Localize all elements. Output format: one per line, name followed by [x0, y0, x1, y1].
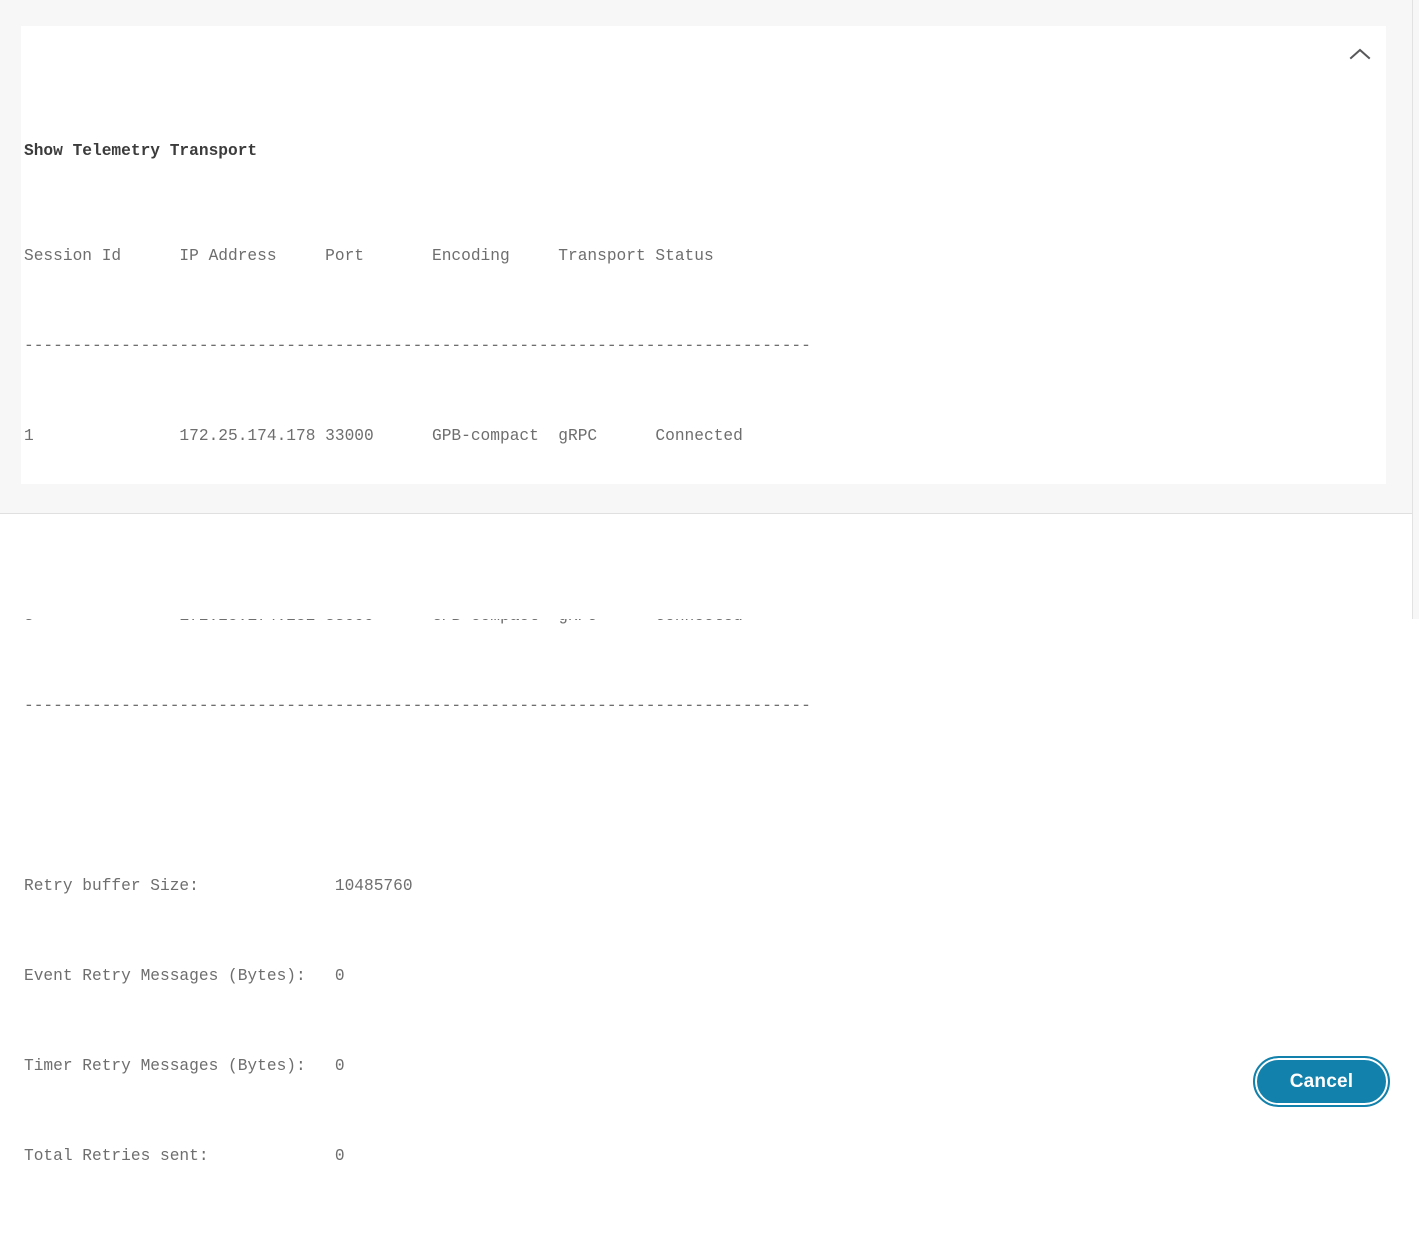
table-row: 1 172.25.174.178 33000 GPB-compact gRPC …: [24, 427, 743, 445]
spacer-line: [24, 781, 1386, 811]
stat-event-retry-messages: Event Retry Messages (Bytes): 0: [24, 967, 345, 985]
chevron-up-glyph: [1349, 48, 1371, 60]
table-header-row: Session Id IP Address Port Encoding Tran…: [24, 247, 714, 265]
stat-retry-buffer-size: Retry buffer Size: 10485760: [24, 877, 413, 895]
page-title: Show Telemetry Transport: [24, 142, 258, 160]
stat-timer-retry-messages: Timer Retry Messages (Bytes): 0: [24, 1057, 345, 1075]
console-output: Show Telemetry Transport Session Id IP A…: [24, 76, 1386, 1238]
dialog-footer: Cancel: [0, 514, 1413, 1107]
dialog-body: Show Telemetry Transport Session Id IP A…: [0, 0, 1413, 1238]
table-separator-bottom: ----------------------------------------…: [24, 697, 811, 715]
stat-total-retries-dropped: Total Retries Dropped: 0: [24, 1231, 1386, 1238]
dialog-right-edge: [1412, 0, 1413, 619]
table-separator-top: ----------------------------------------…: [24, 337, 811, 355]
stat-total-retries-sent: Total Retries sent: 0: [24, 1147, 345, 1165]
telemetry-transport-dialog: Show Telemetry Transport Session Id IP A…: [0, 0, 1419, 1238]
chevron-up-icon[interactable]: [1340, 36, 1380, 72]
command-output-card: Show Telemetry Transport Session Id IP A…: [21, 26, 1386, 1238]
cancel-button[interactable]: Cancel: [1253, 1056, 1390, 1107]
